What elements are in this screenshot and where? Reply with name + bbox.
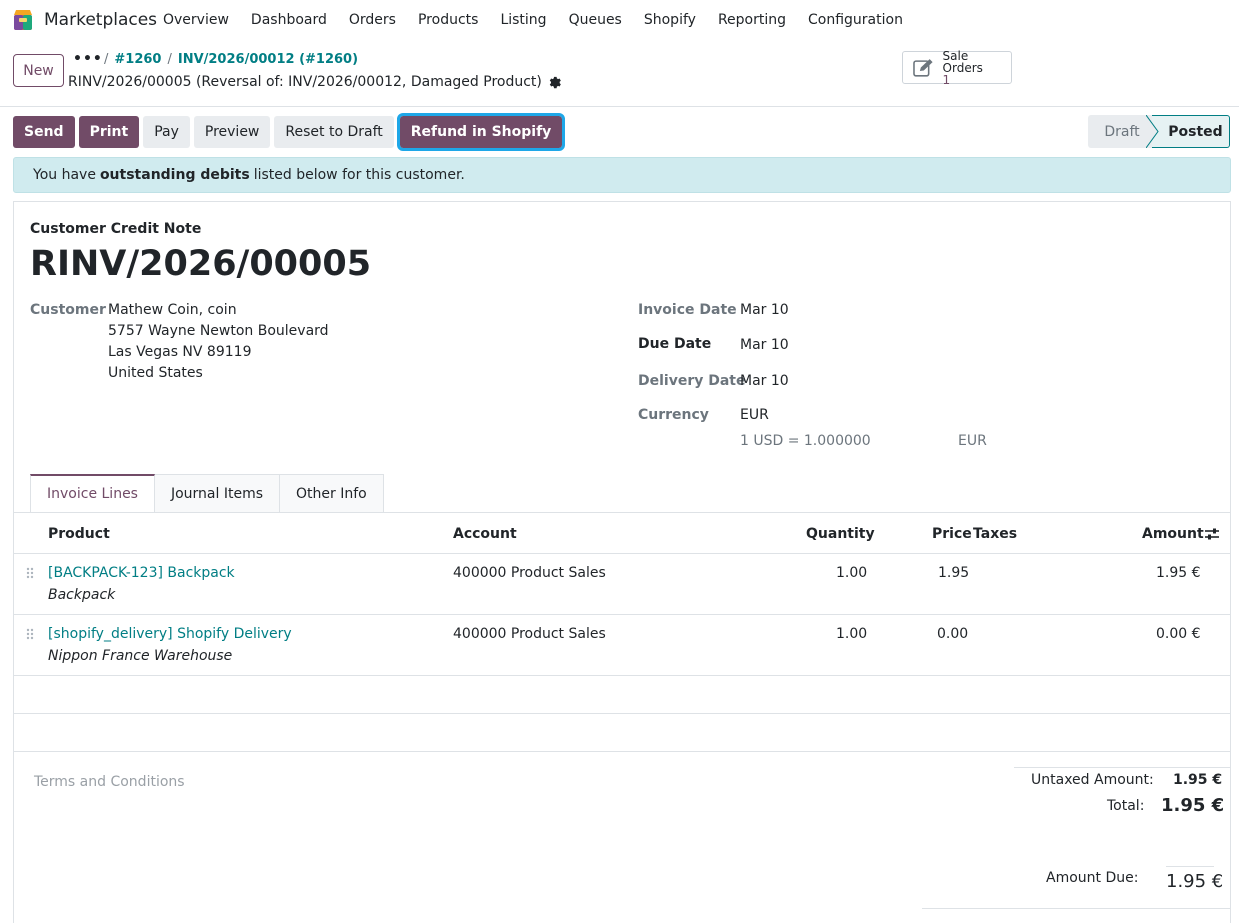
empty-row-divider (13, 751, 1231, 752)
breadcrumb-link-invoice[interactable]: INV/2026/00012 (#1260) (178, 52, 358, 67)
exchange-rate-currency: EUR (958, 433, 987, 449)
line-quantity: 1.00 (836, 626, 868, 642)
currency-label: Currency (638, 407, 709, 423)
totals-divider (1014, 767, 1231, 768)
smart-button-label: Sale Orders (942, 48, 983, 75)
notebook-tabs: Invoice Lines Journal Items Other Info (30, 474, 384, 513)
currency-link[interactable]: EUR (740, 407, 769, 423)
alert-text-bold: outstanding debits (99, 167, 250, 183)
alert-text-prefix: You have (33, 167, 96, 183)
untaxed-amount-label: Untaxed Amount: (1031, 772, 1154, 788)
menu-item-listing[interactable]: Listing (500, 12, 546, 28)
column-header-account[interactable]: Account (453, 526, 517, 542)
drag-handle-icon[interactable] (25, 567, 35, 579)
empty-row-divider (13, 713, 1231, 714)
amount-due-value: 1.95 € (1166, 871, 1224, 892)
amount-due-top-line (1166, 866, 1214, 867)
column-header-amount[interactable]: Amount (1142, 526, 1204, 542)
tab-journal-items[interactable]: Journal Items (154, 474, 281, 513)
line-amount: 1.95 € (1156, 565, 1201, 581)
status-chevron (1146, 115, 1159, 148)
line-product[interactable]: [shopify_delivery] Shopify Delivery (48, 626, 292, 642)
menu-item-products[interactable]: Products (418, 12, 478, 28)
line-description: Backpack (48, 587, 116, 603)
record-title-text: RINV/2026/00005 (Reversal of: INV/2026/0… (68, 74, 542, 90)
terms-and-conditions-field[interactable]: Terms and Conditions (34, 774, 185, 790)
sale-orders-smart-button[interactable]: Sale Orders 1 (902, 48, 1012, 87)
line-account: 400000 Product Sales (453, 565, 606, 581)
action-buttons: Send Print Pay Preview Reset to Draft Re… (13, 113, 566, 151)
refund-in-shopify-button[interactable]: Refund in Shopify (396, 113, 566, 151)
breadcrumb-link-1260[interactable]: #1260 (114, 52, 161, 67)
line-description: Nippon France Warehouse (48, 648, 233, 664)
invoice-date-label: Invoice Date (638, 302, 737, 318)
menu-item-orders[interactable]: Orders (349, 12, 396, 28)
tab-other-info[interactable]: Other Info (280, 474, 384, 513)
reset-to-draft-button[interactable]: Reset to Draft (274, 116, 394, 148)
total-value: 1.95 € (1161, 795, 1225, 816)
due-date-label: Due Date (638, 336, 712, 352)
breadcrumb: / #1260 / INV/2026/00012 (#1260) (98, 52, 358, 67)
edit-icon (913, 58, 933, 77)
record-title: RINV/2026/00005 (Reversal of: INV/2026/0… (68, 74, 561, 90)
menu-item-shopify[interactable]: Shopify (644, 12, 696, 28)
customer-address-line-3: United States (108, 365, 203, 381)
column-header-taxes[interactable]: Taxes (973, 526, 1017, 542)
due-date-field[interactable]: Mar 10 (740, 337, 789, 353)
menu-item-configuration[interactable]: Configuration (808, 12, 903, 28)
delivery-date-label: Delivery Date (638, 373, 746, 389)
main-menu: Overview Dashboard Orders Products Listi… (163, 12, 925, 28)
amount-due-divider (922, 908, 1231, 909)
new-button[interactable]: New (13, 54, 64, 87)
total-label: Total: (1107, 798, 1145, 814)
untaxed-amount-value: 1.95 € (1173, 772, 1223, 788)
column-header-product[interactable]: Product (48, 526, 110, 542)
breadcrumb-separator: / (104, 52, 109, 67)
print-button[interactable]: Print (78, 116, 140, 148)
breadcrumb-separator: / (167, 52, 172, 67)
menu-item-reporting[interactable]: Reporting (718, 12, 786, 28)
header-divider (0, 106, 1239, 107)
line-price: 1.95 (938, 565, 970, 581)
amount-due-label: Amount Due: (1046, 870, 1139, 886)
line-price: 0.00 (937, 626, 969, 642)
menu-item-dashboard[interactable]: Dashboard (251, 12, 327, 28)
menu-item-queues[interactable]: Queues (569, 12, 622, 28)
delivery-date-field[interactable]: Mar 10 (740, 373, 789, 389)
pay-button[interactable]: Pay (143, 116, 190, 148)
menu-item-overview[interactable]: Overview (163, 12, 229, 28)
customer-address-line-1: 5757 Wayne Newton Boulevard (108, 323, 329, 339)
exchange-rate: 1 USD = 1.000000 (740, 433, 871, 449)
invoice-date-field[interactable]: Mar 10 (740, 302, 789, 318)
alert-text-suffix: listed below for this customer. (253, 167, 465, 183)
drag-handle-icon[interactable] (25, 628, 35, 640)
row-divider (13, 675, 1231, 676)
status-posted[interactable]: Posted (1152, 115, 1230, 148)
send-button[interactable]: Send (13, 116, 75, 148)
marketplaces-app-icon[interactable] (11, 8, 35, 32)
status-draft[interactable]: Draft (1088, 115, 1152, 148)
document-type: Customer Credit Note (30, 221, 202, 237)
table-header-divider (13, 553, 1231, 554)
tab-invoice-lines[interactable]: Invoice Lines (30, 474, 155, 513)
line-amount: 0.00 € (1156, 626, 1201, 642)
smart-button-value: 1 (942, 72, 951, 87)
app-name[interactable]: Marketplaces (44, 10, 157, 30)
column-settings-icon[interactable] (1204, 527, 1220, 541)
line-account: 400000 Product Sales (453, 626, 606, 642)
outstanding-debits-alert: You have outstanding debits listed below… (13, 157, 1231, 193)
tabs-divider (13, 512, 1231, 513)
preview-button[interactable]: Preview (193, 116, 271, 148)
top-navbar: Marketplaces Overview Dashboard Orders P… (0, 0, 1239, 40)
column-header-quantity[interactable]: Quantity (806, 526, 875, 542)
customer-label: Customer (30, 302, 106, 318)
document-number: RINV/2026/00005 (30, 244, 372, 284)
gear-icon[interactable] (548, 76, 561, 89)
customer-address-line-2: Las Vegas NV 89119 (108, 344, 252, 360)
customer-name-link[interactable]: Mathew Coin, coin (108, 302, 237, 318)
column-header-price[interactable]: Price (932, 526, 972, 542)
row-divider (13, 614, 1231, 615)
line-product[interactable]: [BACKPACK-123] Backpack (48, 565, 235, 581)
line-quantity: 1.00 (836, 565, 868, 581)
